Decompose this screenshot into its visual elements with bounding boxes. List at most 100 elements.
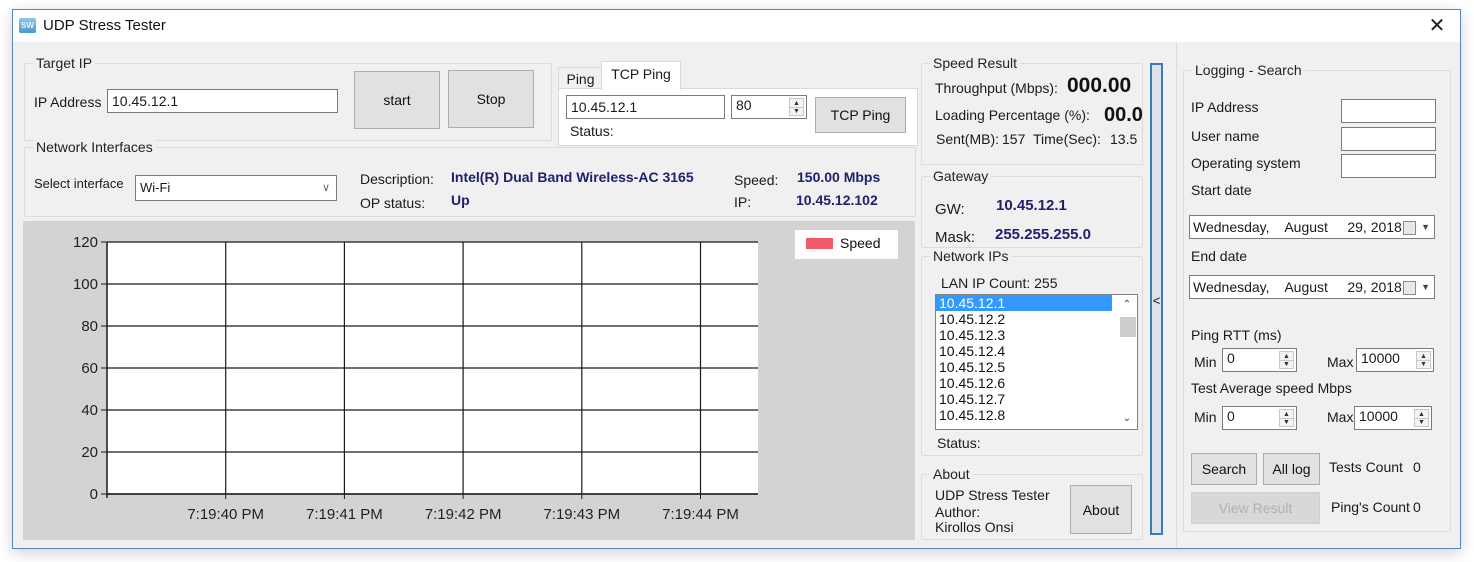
- panel-toggle-bar[interactable]: <: [1150, 63, 1163, 535]
- interface-select[interactable]: Wi-Fi ∨: [135, 175, 337, 201]
- tcp-port-stepper[interactable]: 80 ▲ ▼: [731, 95, 807, 119]
- ip-address-input[interactable]: 10.45.12.1: [107, 89, 338, 113]
- all-log-button[interactable]: All log: [1263, 453, 1320, 485]
- close-button[interactable]: ✕: [1422, 13, 1452, 39]
- network-ip-list[interactable]: 10.45.12.1 10.45.12.2 10.45.12.3 10.45.12.4…: [935, 294, 1138, 430]
- log-user-name-label: User name: [1191, 128, 1260, 144]
- time-sec-value: 13.5: [1110, 131, 1138, 147]
- rtt-max-value: 10000: [1361, 350, 1400, 366]
- description-value: Intel(R) Dual Band Wireless-AC 3165: [451, 169, 694, 185]
- spin-down-icon[interactable]: ▼: [1280, 418, 1293, 426]
- legend-label-speed: Speed: [840, 235, 881, 251]
- scroll-down-icon[interactable]: ⌄: [1117, 411, 1137, 427]
- chevron-down-icon: ∨: [321, 182, 330, 194]
- title-bar: SW UDP Stress Tester ✕: [13, 10, 1460, 42]
- dropdown-arrow-icon[interactable]: ▼: [1421, 276, 1430, 298]
- throughput-value: 000.00: [1067, 74, 1132, 97]
- log-os-input[interactable]: [1341, 154, 1436, 178]
- rtt-max-arrows[interactable]: ▲ ▼: [1416, 351, 1431, 369]
- calendar-icon[interactable]: [1403, 221, 1416, 235]
- tcp-port-arrows[interactable]: ▲ ▼: [789, 98, 804, 116]
- loading-percentage-value: 00.0: [1104, 104, 1143, 126]
- network-ips-status-label: Status:: [937, 435, 981, 451]
- gateway-title: Gateway: [930, 168, 992, 184]
- y-tick-label: 80: [81, 318, 98, 335]
- spin-down-icon[interactable]: ▼: [1280, 360, 1293, 368]
- sent-mb-label: Sent(MB):: [936, 131, 1000, 147]
- about-button[interactable]: About: [1070, 485, 1132, 534]
- rtt-min-value: 0: [1227, 350, 1235, 366]
- logging-search-title: Logging - Search: [1192, 62, 1305, 78]
- app-icon: SW: [19, 18, 36, 33]
- tab-ping[interactable]: Ping: [558, 67, 603, 90]
- ip-list-scrollbar[interactable]: ⌃ ⌄: [1117, 295, 1137, 429]
- select-interface-label: Select interface: [34, 176, 124, 191]
- network-ips-title: Network IPs: [930, 248, 1012, 264]
- spin-down-icon[interactable]: ▼: [1417, 360, 1430, 368]
- ip-list-item[interactable]: 10.45.12.1: [936, 295, 1112, 311]
- interface-ip-label: IP:: [734, 194, 752, 210]
- gw-label: GW:: [935, 201, 965, 218]
- rtt-min-arrows[interactable]: ▲ ▼: [1279, 351, 1294, 369]
- end-date-picker[interactable]: Wednesday, August 29, 2018 ▼: [1189, 275, 1435, 299]
- speed-min-arrows[interactable]: ▲ ▼: [1279, 409, 1294, 427]
- ip-list-item[interactable]: 10.45.12.4: [936, 343, 1112, 359]
- tests-count-value: 0: [1413, 459, 1421, 475]
- spin-down-icon[interactable]: ▼: [1415, 418, 1428, 426]
- loading-percentage-label: Loading Percentage (%):: [935, 107, 1090, 123]
- rtt-min-stepper[interactable]: 0 ▲ ▼: [1222, 348, 1297, 372]
- start-button[interactable]: start: [354, 71, 440, 129]
- rtt-min-label: Min: [1194, 354, 1217, 370]
- spin-down-icon[interactable]: ▼: [790, 107, 803, 115]
- calendar-icon[interactable]: [1403, 281, 1416, 295]
- rtt-max-label: Max: [1327, 354, 1354, 370]
- end-date-label: End date: [1191, 248, 1248, 264]
- rtt-max-stepper[interactable]: 10000 ▲ ▼: [1356, 348, 1434, 372]
- description-label: Description:: [360, 171, 434, 187]
- network-interfaces-title: Network Interfaces: [33, 139, 156, 155]
- network-ip-list-items: 10.45.12.1 10.45.12.2 10.45.12.3 10.45.12.4…: [936, 295, 1137, 423]
- y-tick-label: 100: [73, 276, 98, 293]
- start-date-label: Start date: [1191, 182, 1252, 198]
- speed-chart: 0 20 40 60 80 100 120 7:19:40 PM 7:19:41 PM 7:19:…: [23, 221, 915, 540]
- speed-min-stepper[interactable]: 0 ▲ ▼: [1222, 406, 1297, 430]
- scroll-thumb[interactable]: [1120, 317, 1136, 337]
- tcp-ping-button[interactable]: TCP Ping: [815, 97, 906, 133]
- tcp-port-value: 80: [736, 97, 752, 113]
- speed-value: 150.00 Mbps: [797, 169, 881, 185]
- stop-button[interactable]: Stop: [448, 70, 534, 128]
- tab-tcp-ping[interactable]: TCP Ping: [601, 61, 681, 90]
- x-tick-label: 7:19:41 PM: [306, 506, 383, 523]
- window-title: UDP Stress Tester: [43, 17, 166, 34]
- ip-list-item[interactable]: 10.45.12.5: [936, 359, 1112, 375]
- legend-swatch-speed: [806, 238, 833, 249]
- collapse-left-icon: <: [1152, 293, 1161, 308]
- speed-max-stepper[interactable]: 10000 ▲ ▼: [1354, 406, 1432, 430]
- search-button[interactable]: Search: [1191, 453, 1257, 485]
- ip-list-item[interactable]: 10.45.12.3: [936, 327, 1112, 343]
- log-ip-address-label: IP Address: [1191, 99, 1259, 115]
- log-user-name-input[interactable]: [1341, 127, 1436, 151]
- speed-max-arrows[interactable]: ▲ ▼: [1414, 409, 1429, 427]
- tcp-ping-host-input[interactable]: 10.45.12.1: [566, 95, 725, 119]
- x-tick-label: 7:19:42 PM: [425, 506, 502, 523]
- ip-list-item[interactable]: 10.45.12.7: [936, 391, 1112, 407]
- end-date-value: Wednesday, August 29, 2018: [1193, 279, 1402, 295]
- start-date-picker[interactable]: Wednesday, August 29, 2018 ▼: [1189, 215, 1435, 239]
- dropdown-arrow-icon[interactable]: ▼: [1421, 216, 1430, 238]
- ip-list-item[interactable]: 10.45.12.8: [936, 407, 1112, 423]
- pings-count-value: 0: [1413, 499, 1421, 515]
- y-tick-label: 0: [90, 486, 98, 503]
- x-tick-label: 7:19:43 PM: [543, 506, 620, 523]
- ip-list-item[interactable]: 10.45.12.6: [936, 375, 1112, 391]
- about-app-name: UDP Stress Tester: [935, 487, 1050, 503]
- about-title: About: [930, 466, 973, 482]
- main-window: SW UDP Stress Tester ✕ Target IP IP Addr…: [12, 9, 1461, 549]
- scroll-up-icon[interactable]: ⌃: [1117, 297, 1137, 313]
- log-os-label: Operating system: [1191, 155, 1301, 171]
- view-result-button[interactable]: View Result: [1191, 492, 1320, 524]
- ip-list-item[interactable]: 10.45.12.2: [936, 311, 1112, 327]
- speed-max-label: Max: [1327, 409, 1354, 425]
- log-ip-address-input[interactable]: [1341, 99, 1436, 123]
- y-tick-label: 60: [81, 360, 98, 377]
